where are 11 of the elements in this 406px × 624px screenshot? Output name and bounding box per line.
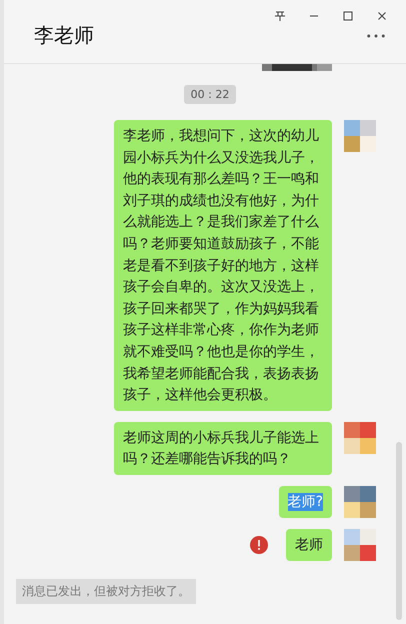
message-bubble: 老师这周的小标兵我儿子能选上吗？还差哪能告诉我的吗？ xyxy=(114,422,332,475)
system-notice: 消息已发出，但被对方拒收了。 xyxy=(16,578,196,604)
timestamp: 00 : 22 xyxy=(184,85,236,104)
pin-icon[interactable] xyxy=(274,10,286,22)
more-icon[interactable] xyxy=(366,32,386,38)
maximize-icon[interactable] xyxy=(342,10,354,22)
close-icon[interactable] xyxy=(376,10,388,22)
scrollbar[interactable] xyxy=(396,442,402,620)
message-bubble: 李老师，我想问下，这次的幼儿园小标兵为什么又没选我儿子，他的表现有那么差吗？王一鸣和刘子琪的成绩也没有他好，为什么就能选上？是我们家差了什么吗？老师要知道鼓励孩子，不能老是看不到孩子好的地方，这样孩子会自卑的。这次又没选上，孩子回来都哭了，作为妈妈我看孩子这样非常心疼，你作为老师就不难受吗？他也是你的学生，我希望老师能配合我，表扬表扬孩子，这样他会更积极。 xyxy=(114,120,332,411)
chat-title: 李老师 xyxy=(34,22,94,49)
message-bubble: 老师 xyxy=(286,528,332,560)
